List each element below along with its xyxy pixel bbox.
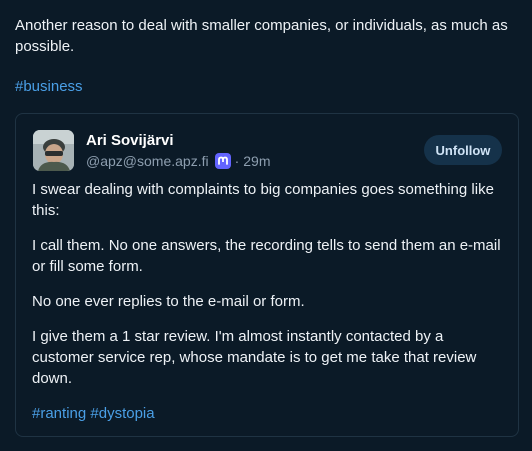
hashtag-business[interactable]: #business [15, 76, 83, 97]
avatar-image [33, 130, 74, 171]
quote-paragraph-3: No one ever replies to the e-mail or for… [32, 293, 305, 310]
post-text: Another reason to deal with smaller comp… [15, 15, 520, 57]
quoted-post-card[interactable]: Ari Sovijärvi @apz@some.apz.fi · 29m Unf… [15, 113, 519, 437]
quote-hashtags: #ranting #dystopia [32, 403, 506, 424]
quote-paragraph-2: I call them. No one answers, the recordi… [32, 237, 501, 275]
author-meta: @apz@some.apz.fi · 29m [86, 152, 271, 170]
author-handle[interactable]: @apz@some.apz.fi [86, 152, 209, 170]
hashtag-dystopia[interactable]: #dystopia [90, 405, 154, 422]
unfollow-button[interactable]: Unfollow [424, 135, 502, 165]
hashtag-ranting[interactable]: #ranting [32, 405, 86, 422]
avatar[interactable] [33, 130, 74, 171]
post-paragraph: Another reason to deal with smaller comp… [15, 17, 508, 55]
quote-paragraph-4: I give them a 1 star review. I'm almost … [32, 328, 477, 387]
post-time[interactable]: 29m [243, 152, 270, 170]
author-name[interactable]: Ari Sovijärvi [86, 131, 174, 150]
meta-separator: · [234, 153, 240, 169]
quoted-post-body: I swear dealing with complaints to big c… [32, 179, 506, 424]
quote-paragraph-1: I swear dealing with complaints to big c… [32, 181, 494, 219]
mastodon-icon [214, 153, 231, 169]
